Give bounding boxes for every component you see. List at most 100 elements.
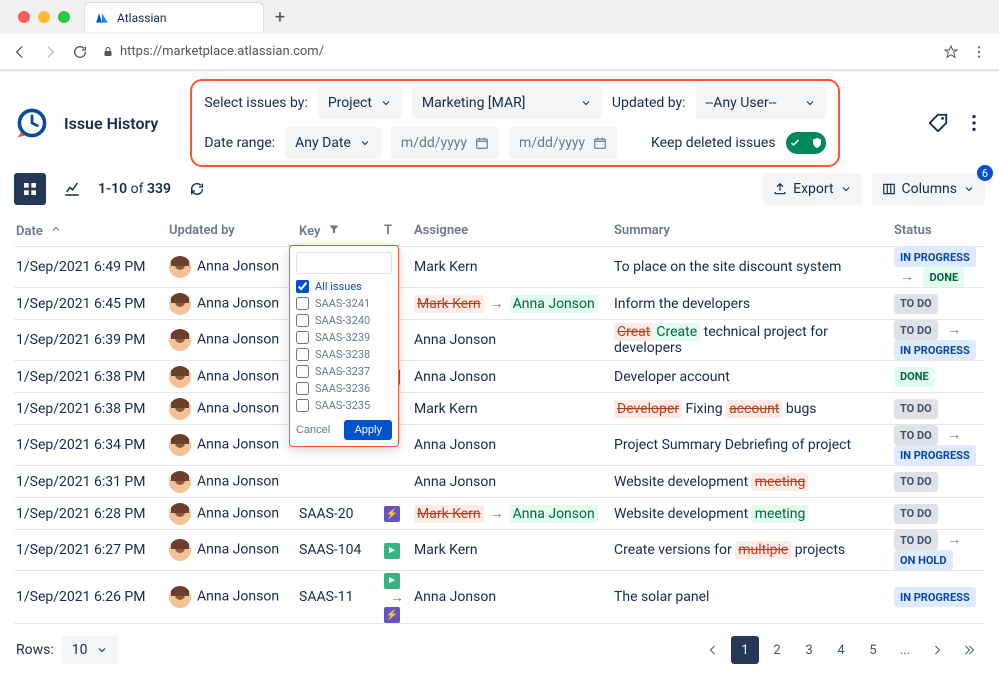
assignee-text: Mark Kern <box>414 542 478 558</box>
rows-per-page-dropdown[interactable]: 10 <box>62 636 118 664</box>
chart-icon <box>63 180 81 198</box>
cell-date: 1/Sep/2021 6:45 PM <box>14 296 169 312</box>
status-badge: TO DO <box>894 530 938 550</box>
page-last-button[interactable] <box>955 636 983 664</box>
export-icon <box>773 182 787 196</box>
cell-assignee: Mark Kern→Anna Jonson <box>414 505 614 522</box>
reload-icon[interactable] <box>72 44 88 60</box>
key-filter-cancel-button[interactable]: Cancel <box>296 424 330 436</box>
assignee-old: Mark Kern <box>414 295 484 313</box>
cell-type: ► <box>384 541 414 559</box>
table-row[interactable]: 1/Sep/2021 6:27 PMAnna JonsonSAAS-104►Ma… <box>14 530 985 571</box>
chevron-down-icon <box>359 137 371 149</box>
chevron-down-icon <box>580 97 592 109</box>
new-tab-button[interactable]: + <box>268 5 292 29</box>
table-row[interactable]: 1/Sep/2021 6:26 PMAnna JonsonSAAS-11►→⚡A… <box>14 571 985 624</box>
page-number-button[interactable]: 3 <box>795 636 823 664</box>
window-controls <box>8 11 80 23</box>
col-header-date[interactable]: Date <box>14 223 169 239</box>
table-row[interactable]: 1/Sep/2021 6:38 PMAnna JonsonMark KernDe… <box>14 393 985 425</box>
table-row[interactable]: 1/Sep/2021 6:38 PMAnna Jonson⚡Anna Jonso… <box>14 361 985 393</box>
table-row[interactable]: 1/Sep/2021 6:49 PMAnna JonsonMark KernTo… <box>14 247 985 288</box>
updated-by-dropdown[interactable]: --Any User-- <box>696 87 826 119</box>
date-from-input[interactable]: m/dd/yyyy <box>391 127 499 159</box>
table-row[interactable]: 1/Sep/2021 6:39 PMAnna JonsonAnna Jonson… <box>14 320 985 361</box>
key-filter-item[interactable]: SAAS-3235 <box>296 397 392 414</box>
page-number-button[interactable]: 4 <box>827 636 855 664</box>
columns-button[interactable]: Columns 6 <box>872 173 985 205</box>
key-filter-item[interactable]: SAAS-3237 <box>296 363 392 380</box>
assignee-text: Anna Jonson <box>414 437 496 453</box>
back-icon[interactable] <box>12 44 28 60</box>
assignee-text: Anna Jonson <box>414 369 496 385</box>
col-header-type[interactable]: T <box>384 223 414 238</box>
col-header-key[interactable]: Key All issues SAAS-3241SAAS-3240SAAS-32… <box>299 223 384 239</box>
maximize-window-icon[interactable] <box>58 11 70 23</box>
page-prev-button[interactable] <box>699 636 727 664</box>
check-icon <box>789 137 801 149</box>
url-text: https://marketplace.atlassian.com/ <box>120 44 324 59</box>
table-row[interactable]: 1/Sep/2021 6:34 PMAnna JonsonAnna Jonson… <box>14 425 985 466</box>
kebab-menu-icon[interactable] <box>963 112 985 134</box>
export-button[interactable]: Export <box>763 173 861 205</box>
col-header-assignee[interactable]: Assignee <box>414 223 614 238</box>
page-ellipsis: ... <box>891 636 919 664</box>
refresh-button[interactable] <box>181 173 213 205</box>
cell-type: ►→⚡ <box>384 571 414 623</box>
chevron-right-icon <box>931 644 943 656</box>
key-filter-item[interactable]: SAAS-3236 <box>296 380 392 397</box>
kebab-menu-icon[interactable] <box>971 44 987 60</box>
select-by-dropdown[interactable]: Project <box>318 87 402 119</box>
key-filter-item[interactable]: SAAS-3239 <box>296 329 392 346</box>
page-next-button[interactable] <box>923 636 951 664</box>
calendar-icon <box>593 136 607 150</box>
table-row[interactable]: 1/Sep/2021 6:45 PMAnna JonsonMark Kern→A… <box>14 288 985 320</box>
chevron-down-icon <box>380 97 392 109</box>
cell-status: TO DO → IN PROGRESS <box>894 320 985 360</box>
chevron-left-icon <box>707 644 719 656</box>
forward-icon[interactable] <box>42 44 58 60</box>
cell-date: 1/Sep/2021 6:34 PM <box>14 437 169 453</box>
status-badge: TO DO <box>894 472 938 492</box>
chevron-down-icon <box>804 97 816 109</box>
key-filter-apply-button[interactable]: Apply <box>344 420 392 440</box>
browser-chrome: Atlassian + https://marketplace.atlassia… <box>0 0 999 71</box>
tag-icon[interactable] <box>927 112 949 134</box>
updated-by-label: Updated by: <box>612 95 686 111</box>
keep-deleted-label: Keep deleted issues <box>651 135 776 151</box>
table-row[interactable]: 1/Sep/2021 6:28 PMAnna JonsonSAAS-20⚡Mar… <box>14 498 985 530</box>
address-bar[interactable]: https://marketplace.atlassian.com/ <box>102 44 324 59</box>
star-icon[interactable] <box>943 44 959 60</box>
date-range-dropdown[interactable]: Any Date <box>285 127 381 159</box>
minimize-window-icon[interactable] <box>38 11 50 23</box>
close-window-icon[interactable] <box>18 11 30 23</box>
cell-date: 1/Sep/2021 6:31 PM <box>14 474 169 490</box>
issue-history-logo <box>14 105 50 141</box>
cell-key: SAAS-20 <box>299 506 384 522</box>
key-filter-item[interactable]: SAAS-3238 <box>296 346 392 363</box>
keep-deleted-toggle[interactable] <box>786 132 826 154</box>
chart-view-button[interactable] <box>56 173 88 205</box>
story-type-icon: ► <box>384 573 400 589</box>
date-to-input[interactable]: m/dd/yyyy <box>509 127 617 159</box>
cell-updated-by: Anna Jonson <box>169 539 299 561</box>
project-dropdown[interactable]: Marketing [MAR] <box>412 87 602 119</box>
cell-assignee: Anna Jonson <box>414 437 614 453</box>
browser-tab[interactable]: Atlassian <box>84 2 264 32</box>
table-row[interactable]: 1/Sep/2021 6:31 PMAnna JonsonAnna Jonson… <box>14 466 985 498</box>
page-number-button[interactable]: 1 <box>731 636 759 664</box>
col-header-summary[interactable]: Summary <box>614 223 894 238</box>
key-filter-item[interactable]: SAAS-3240 <box>296 312 392 329</box>
page-number-button[interactable]: 2 <box>763 636 791 664</box>
col-header-status[interactable]: Status <box>894 223 985 238</box>
grid-view-button[interactable] <box>14 173 46 205</box>
status-badge: IN PROGRESS <box>894 247 976 267</box>
page-number-button[interactable]: 5 <box>859 636 887 664</box>
rows-label: Rows: <box>16 642 54 658</box>
table-header: Date Updated by Key All issues SAAS-3241… <box>14 215 985 247</box>
chevron-double-right-icon <box>962 644 976 656</box>
key-filter-item[interactable]: SAAS-3241 <box>296 295 392 312</box>
col-header-updated-by[interactable]: Updated by <box>169 223 299 238</box>
key-filter-search-input[interactable] <box>296 252 392 274</box>
key-filter-item-all[interactable]: All issues <box>296 278 392 295</box>
